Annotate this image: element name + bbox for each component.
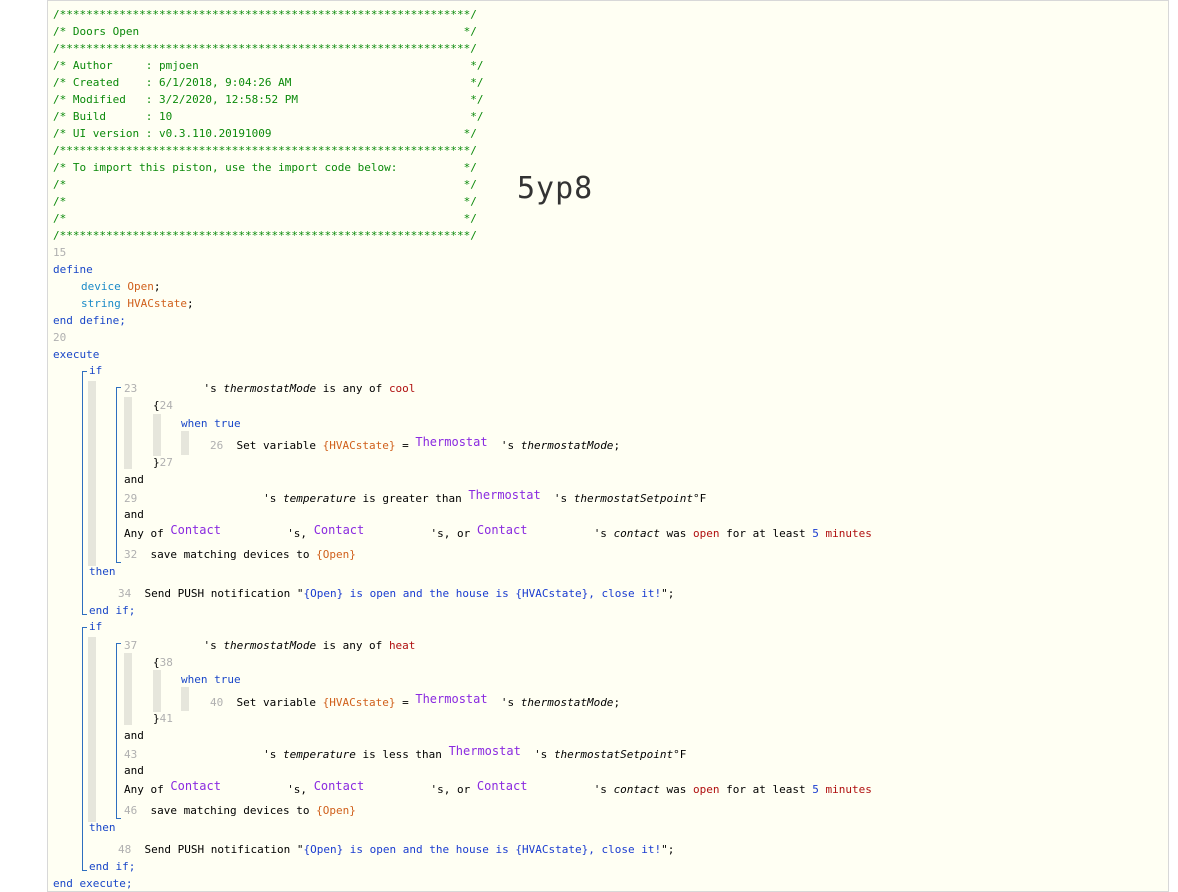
build-line: /* Build : 10 */ (53, 110, 484, 123)
condition-thermostat-mode[interactable]: 37 's thermostatMode is any of heat (124, 639, 415, 653)
end-define-keyword[interactable]: end define; (53, 314, 126, 328)
indent-bar (88, 381, 96, 566)
condition-bracket (116, 387, 121, 563)
indent-bar (181, 431, 189, 455)
brace-open: {38 (153, 656, 173, 669)
and-operator[interactable]: and (124, 764, 144, 778)
indent-bar (153, 670, 161, 712)
comment-border: /***************************************… (53, 8, 477, 21)
if-keyword[interactable]: if (89, 364, 102, 378)
condition-temperature[interactable]: 29 's temperature is greater than Thermo… (124, 488, 706, 505)
import-instruction: /* To import this piston, use the import… (53, 161, 477, 174)
send-push-statement[interactable]: 34 Send PUSH notification "{Open} is ope… (118, 587, 674, 601)
end-if-keyword[interactable]: end if; (89, 604, 135, 618)
created-line: /* Created : 6/1/2018, 9:04:26 AM */ (53, 76, 484, 89)
brace-close: }27 (153, 456, 173, 469)
comment-border: /***************************************… (53, 144, 477, 157)
and-operator[interactable]: and (124, 729, 144, 743)
ui-version-line: /* UI version : v0.3.110.20191009 */ (53, 127, 477, 140)
line-number: 15 (53, 246, 67, 259)
comment-blank: /* */ (53, 195, 477, 208)
comment-border: /***************************************… (53, 229, 477, 242)
then-keyword[interactable]: then (89, 565, 116, 579)
modified-line: /* Modified : 3/2/2020, 12:58:52 PM */ (53, 93, 484, 106)
save-matching-statement[interactable]: 46 save matching devices to {Open} (124, 804, 356, 818)
define-keyword[interactable]: define (53, 263, 93, 277)
string-declaration[interactable]: string HVACstate; (81, 297, 194, 311)
condition-bracket (116, 643, 121, 819)
end-execute-keyword[interactable]: end execute; (53, 877, 132, 891)
condition-temperature[interactable]: 43 's temperature is less than Thermosta… (124, 744, 686, 761)
set-variable-statement[interactable]: 40 Set variable {HVACstate} = Thermostat… (210, 692, 620, 709)
and-operator[interactable]: and (124, 508, 144, 522)
when-true[interactable]: when true (181, 673, 241, 687)
condition-contact[interactable]: Any of Contact 's, Contact 's, or Contac… (124, 779, 872, 796)
indent-bar (88, 637, 96, 822)
and-operator[interactable]: and (124, 473, 144, 487)
indent-bar (124, 653, 132, 725)
then-keyword[interactable]: then (89, 821, 116, 835)
indent-bar (181, 687, 189, 711)
device-declaration[interactable]: device Open; (81, 280, 161, 294)
author-line: /* Author : pmjoen */ (53, 59, 484, 72)
import-code: 5yp8 (517, 171, 594, 206)
line-number: 20 (53, 331, 67, 344)
when-true[interactable]: when true (181, 417, 241, 431)
piston-code-panel: /***************************************… (47, 0, 1169, 892)
indent-bar (124, 397, 132, 469)
if-bracket (82, 627, 87, 871)
brace-open: {24 (153, 399, 173, 412)
if-keyword[interactable]: if (89, 620, 102, 634)
set-variable-statement[interactable]: 26 Set variable {HVACstate} = Thermostat… (210, 435, 620, 452)
execute-keyword[interactable]: execute (53, 348, 99, 362)
comment-blank: /* */ (53, 178, 477, 191)
brace-close: }41 (153, 712, 173, 725)
piston-title: /* Doors Open */ (53, 25, 477, 38)
save-matching-statement[interactable]: 32 save matching devices to {Open} (124, 548, 356, 562)
end-if-keyword[interactable]: end if; (89, 860, 135, 874)
if-bracket (82, 371, 87, 615)
comment-blank: /* */ (53, 212, 477, 225)
send-push-statement[interactable]: 48 Send PUSH notification "{Open} is ope… (118, 843, 674, 857)
condition-thermostat-mode[interactable]: 23 's thermostatMode is any of cool (124, 382, 415, 396)
comment-border: /***************************************… (53, 42, 477, 55)
indent-bar (153, 414, 161, 456)
condition-contact[interactable]: Any of Contact 's, Contact 's, or Contac… (124, 523, 872, 540)
